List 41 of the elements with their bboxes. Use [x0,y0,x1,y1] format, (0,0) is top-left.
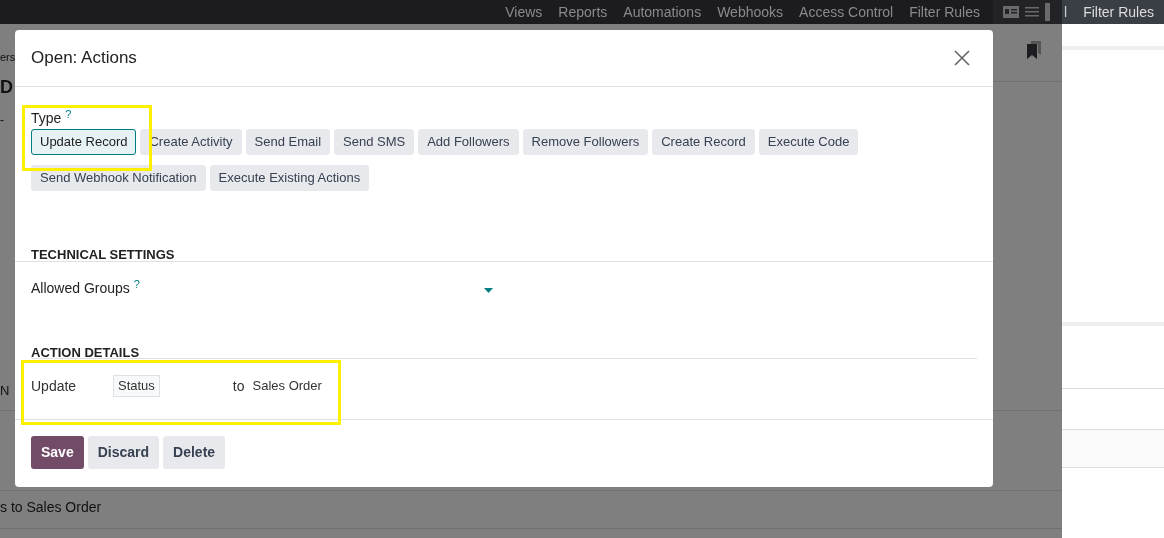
nav-link[interactable]: Webhooks [717,4,784,20]
list-view-icon[interactable] [1025,7,1039,17]
field-value: Sales Order [252,377,322,396]
bookmark-icon [1027,41,1041,59]
page-text: s to Sales Order [0,499,102,516]
page-text: - [0,113,4,127]
dialog-button[interactable]: Discard [87,436,160,469]
field-select[interactable]: Status [113,375,160,397]
nav-link[interactable]: Views [505,4,543,20]
dropdown-caret-icon[interactable] [484,288,493,293]
dialog-title: Open: Actions [31,48,137,68]
type-option[interactable]: Execute Existing Actions [209,165,370,191]
nav-link[interactable]: Reports [558,4,608,20]
card-view-icon[interactable] [1003,6,1019,18]
nav-link[interactable]: Filter Rules [909,4,980,20]
help-icon[interactable]: ? [133,279,140,290]
type-option[interactable]: Remove Followers [522,129,649,155]
type-option[interactable]: Update Record [31,129,137,155]
section-heading: ACTION DETAILS [31,345,140,360]
type-option[interactable]: Execute Code [758,129,859,155]
tab-fragment: l [1064,2,1068,22]
nav-link[interactable]: Automations [623,4,702,20]
type-option[interactable]: Create Record [652,129,755,155]
page-text: ers [0,50,16,64]
nav-link[interactable]: Access Control [799,4,894,20]
help-icon[interactable]: ? [65,109,72,120]
page-text: D [0,76,13,98]
type-option[interactable]: Add Followers [418,129,519,155]
field-label: Update [31,376,78,396]
dialog-button[interactable]: Delete [163,436,226,469]
dialog-button[interactable]: Save [31,436,84,469]
type-option[interactable]: Send Email [245,129,331,155]
section-heading: TECHNICAL SETTINGS [31,247,175,262]
type-option[interactable]: Send SMS [334,129,415,155]
field-label: Type [31,109,62,127]
connector-text: to [232,376,245,396]
filter-rules-tab[interactable]: Filter Rules [1083,1,1154,23]
type-option[interactable]: Send Webhook Notification [31,165,206,191]
page-text: N [0,383,10,399]
field-label: Allowed Groups [31,279,130,297]
close-icon[interactable] [954,50,970,66]
